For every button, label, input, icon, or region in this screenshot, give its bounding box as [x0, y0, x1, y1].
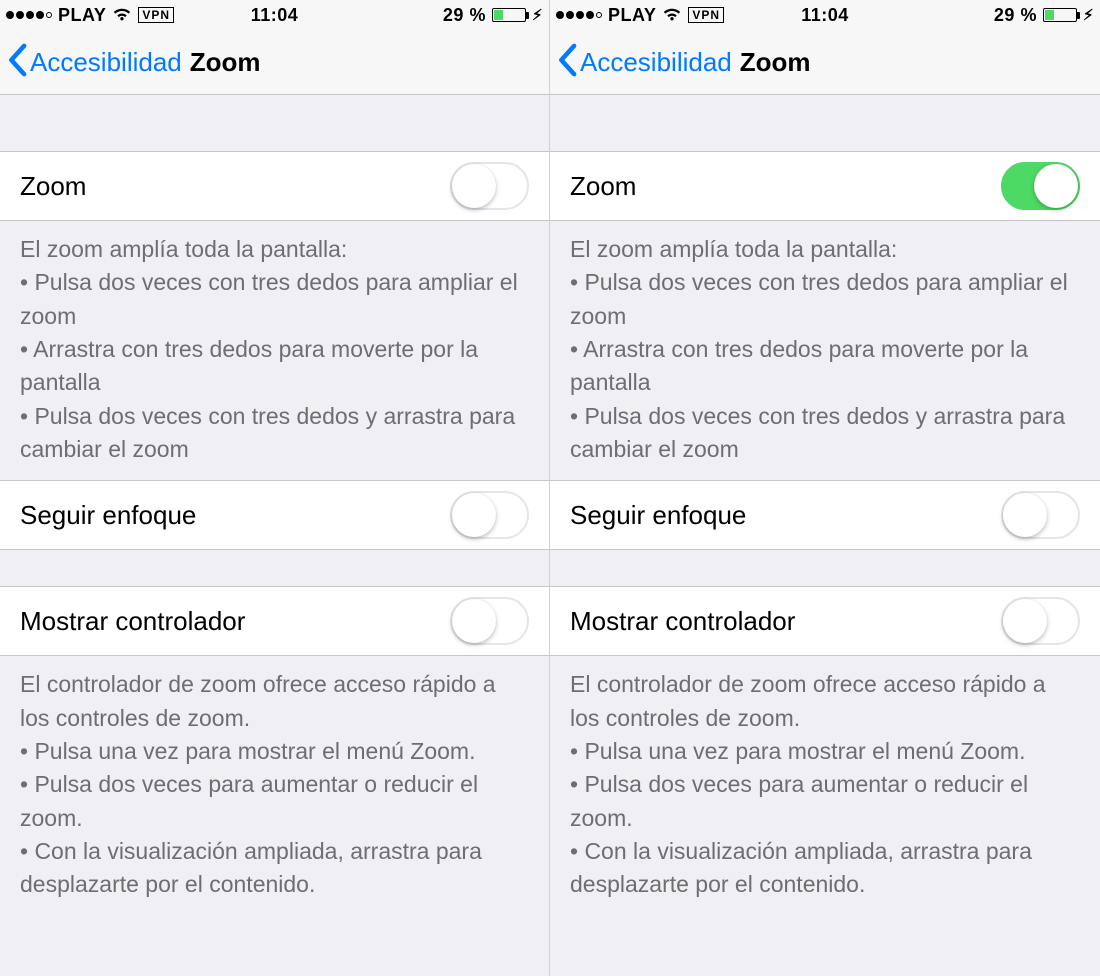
zoom-label: Zoom — [570, 171, 636, 202]
charging-icon: ⚡︎ — [532, 6, 543, 24]
carrier-label: PLAY — [58, 5, 106, 26]
battery-icon — [492, 8, 526, 22]
battery-pct: 29 % — [994, 5, 1037, 26]
follow-focus-label: Seguir enfoque — [20, 500, 196, 531]
nav-bar: Accesibilidad Zoom — [0, 30, 549, 95]
wifi-icon — [662, 5, 682, 26]
show-controller-toggle[interactable] — [1001, 597, 1080, 645]
back-button[interactable]: Accesibilidad — [580, 47, 732, 78]
nav-bar: Accesibilidad Zoom — [550, 30, 1100, 95]
carrier-label: PLAY — [608, 5, 656, 26]
zoom-row[interactable]: Zoom — [550, 151, 1100, 221]
zoom-label: Zoom — [20, 171, 86, 202]
vpn-icon: VPN — [688, 7, 724, 23]
controller-help-text: El controlador de zoom ofrece acceso ráp… — [550, 656, 1100, 915]
signal-icon — [556, 11, 602, 19]
zoom-row[interactable]: Zoom — [0, 151, 549, 221]
wifi-icon — [112, 5, 132, 26]
vpn-icon: VPN — [138, 7, 174, 23]
back-chevron-icon[interactable] — [556, 43, 578, 82]
battery-pct: 29 % — [443, 5, 486, 26]
zoom-toggle[interactable] — [450, 162, 529, 210]
back-chevron-icon[interactable] — [6, 43, 28, 82]
follow-focus-row[interactable]: Seguir enfoque — [0, 480, 549, 550]
follow-focus-toggle[interactable] — [450, 491, 529, 539]
show-controller-row[interactable]: Mostrar controlador — [0, 586, 549, 656]
back-button[interactable]: Accesibilidad — [30, 47, 182, 78]
page-title: Zoom — [190, 47, 261, 78]
show-controller-toggle[interactable] — [450, 597, 529, 645]
follow-focus-label: Seguir enfoque — [570, 500, 746, 531]
show-controller-label: Mostrar controlador — [570, 606, 795, 637]
status-bar: PLAY VPN 11:04 29 % ⚡︎ — [550, 0, 1100, 30]
page-title: Zoom — [740, 47, 811, 78]
show-controller-row[interactable]: Mostrar controlador — [550, 586, 1100, 656]
zoom-help-text: El zoom amplía toda la pantalla: • Pulsa… — [550, 221, 1100, 480]
signal-icon — [6, 11, 52, 19]
follow-focus-row[interactable]: Seguir enfoque — [550, 480, 1100, 550]
show-controller-label: Mostrar controlador — [20, 606, 245, 637]
battery-icon — [1043, 8, 1077, 22]
status-bar: PLAY VPN 11:04 29 % ⚡︎ — [0, 0, 549, 30]
charging-icon: ⚡︎ — [1083, 6, 1094, 24]
phone-left: PLAY VPN 11:04 29 % ⚡︎ Accesibilidad Zoo… — [0, 0, 550, 976]
controller-help-text: El controlador de zoom ofrece acceso ráp… — [0, 656, 549, 915]
zoom-help-text: El zoom amplía toda la pantalla: • Pulsa… — [0, 221, 549, 480]
zoom-toggle[interactable] — [1001, 162, 1080, 210]
phone-right: PLAY VPN 11:04 29 % ⚡︎ Accesibilidad Zoo… — [550, 0, 1100, 976]
follow-focus-toggle[interactable] — [1001, 491, 1080, 539]
